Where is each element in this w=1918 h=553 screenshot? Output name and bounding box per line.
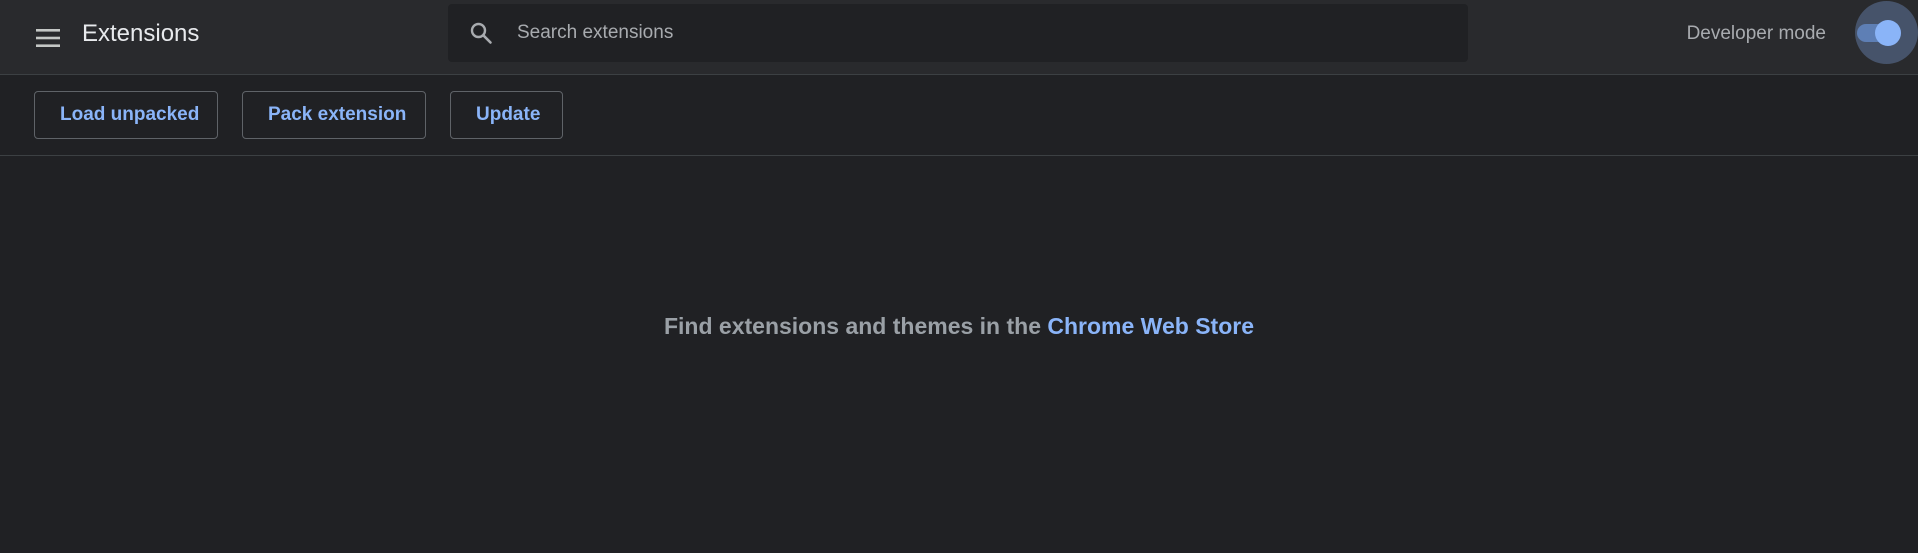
main-menu-button[interactable] xyxy=(30,20,66,56)
developer-mode-label: Developer mode xyxy=(1686,23,1826,44)
developer-toolbar: Load unpacked Pack extension Update xyxy=(0,76,1918,156)
toggle-knob xyxy=(1875,20,1901,46)
update-button[interactable]: Update xyxy=(450,91,563,139)
page-title: Extensions xyxy=(82,20,200,47)
chrome-web-store-link[interactable]: Chrome Web Store xyxy=(1047,313,1254,339)
empty-state-text: Find extensions and themes in the xyxy=(663,313,1048,339)
pack-extension-button[interactable]: Pack extension xyxy=(242,91,426,139)
search-input[interactable] xyxy=(517,13,1468,53)
empty-state-message: Find extensions and themes in the Chrome… xyxy=(0,311,1918,341)
load-unpacked-button[interactable]: Load unpacked xyxy=(34,91,218,139)
search-icon xyxy=(469,21,493,45)
hamburger-menu-icon xyxy=(36,29,60,47)
top-bar: Extensions Developer mode xyxy=(0,0,1918,75)
search-bar[interactable] xyxy=(448,4,1468,62)
developer-mode-toggle[interactable] xyxy=(1855,1,1918,64)
